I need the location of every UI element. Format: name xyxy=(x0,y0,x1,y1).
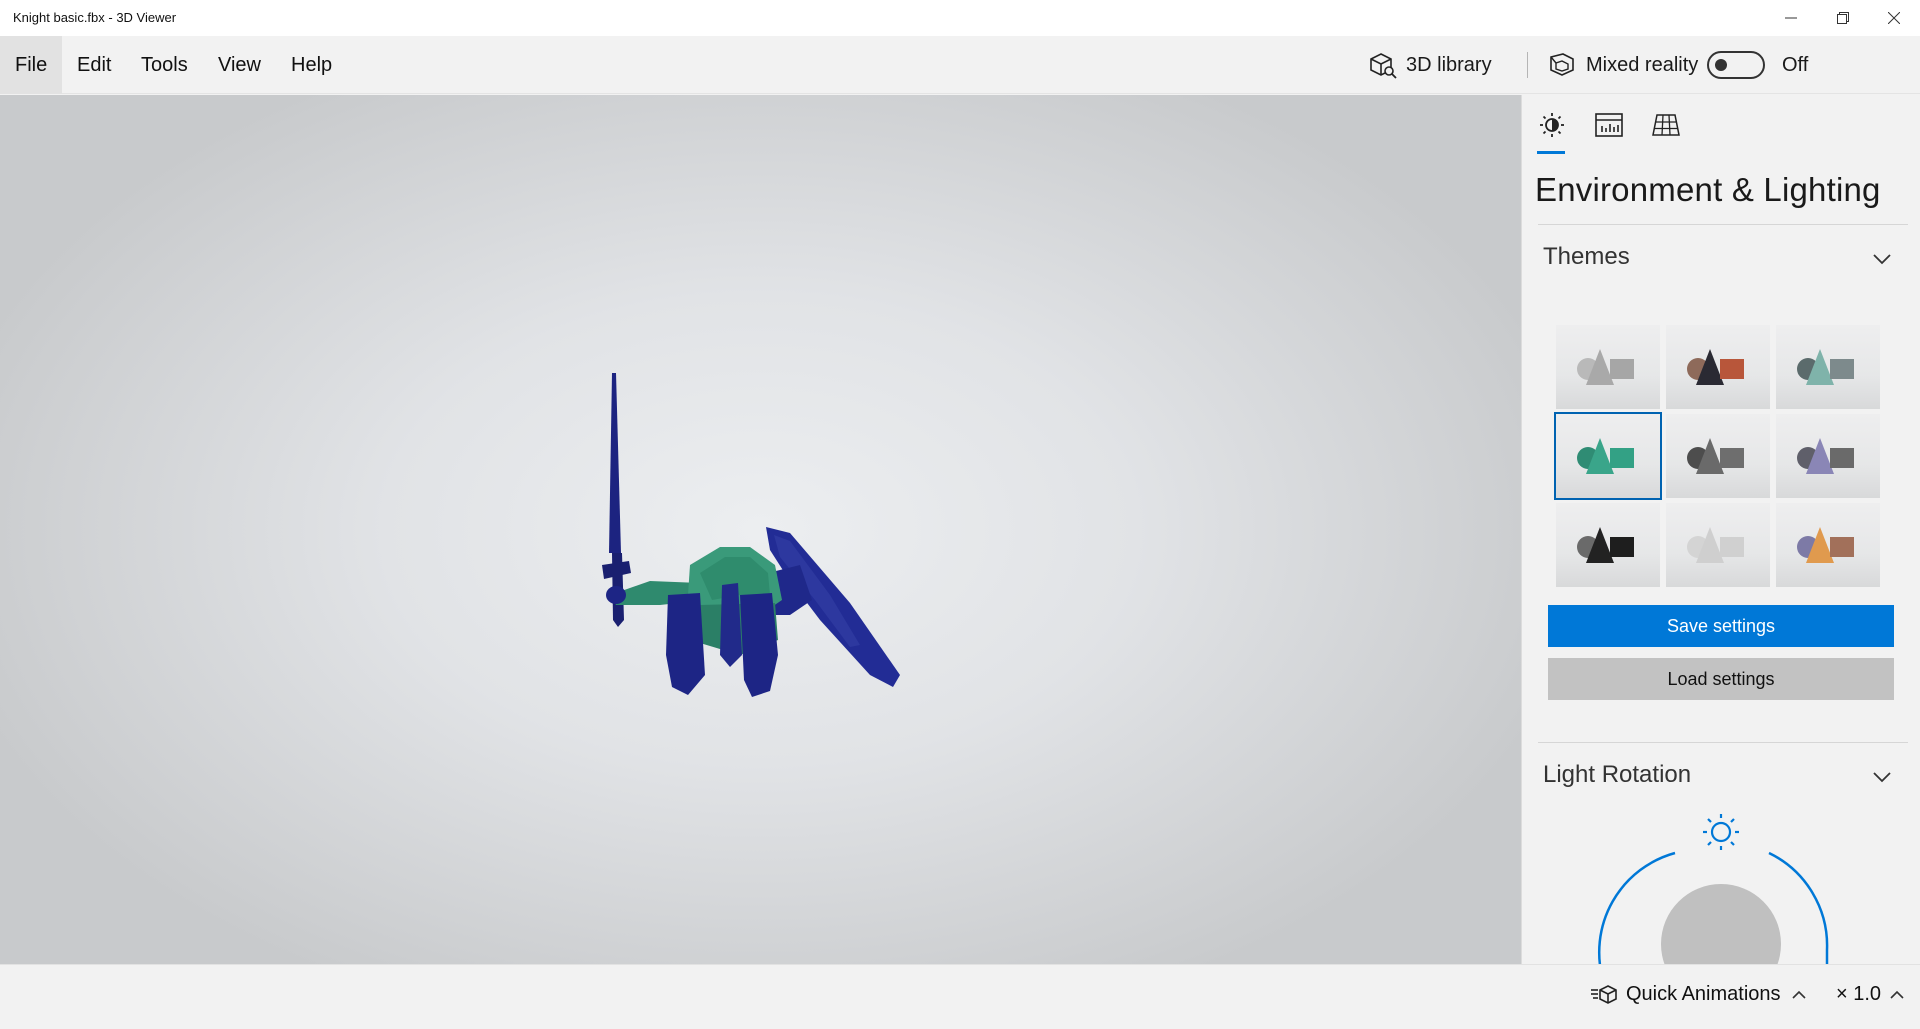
active-tab-indicator xyxy=(1537,151,1565,154)
menu-file[interactable]: File xyxy=(0,36,63,94)
3d-viewport[interactable] xyxy=(0,95,1521,964)
themes-grid xyxy=(1554,325,1888,587)
3d-library-button[interactable]: 3D library xyxy=(1368,36,1492,94)
theme-thumbnail-selected[interactable] xyxy=(1554,412,1662,500)
theme-preview-icon xyxy=(1687,349,1744,385)
theme-preview-icon xyxy=(1797,438,1854,474)
toggle-knob xyxy=(1715,59,1727,71)
theme-thumbnail[interactable] xyxy=(1666,325,1770,409)
playback-speed-label: × 1.0 xyxy=(1836,983,1882,1005)
theme-preview-icon xyxy=(1797,527,1854,563)
menu-edit[interactable]: Edit xyxy=(62,36,126,94)
cube-search-icon xyxy=(1370,53,1397,79)
panel-title: Environment & Lighting xyxy=(1535,171,1881,208)
properties-panel: Environment & Lighting Themes Save setti… xyxy=(1521,95,1920,964)
light-rotation-section-header[interactable]: Light Rotation xyxy=(1543,761,1691,789)
sword-blade xyxy=(609,373,621,553)
theme-thumbnail[interactable] xyxy=(1776,503,1880,587)
theme-preview-icon xyxy=(1577,527,1634,563)
close-icon xyxy=(1888,12,1900,24)
stats-icon xyxy=(1595,113,1623,137)
toolbar-divider xyxy=(1527,52,1528,78)
title-bar: Knight basic.fbx - 3D Viewer xyxy=(0,0,1920,36)
section-separator xyxy=(1538,742,1908,743)
theme-preview-icon xyxy=(1577,438,1634,474)
mixed-reality-toggle[interactable] xyxy=(1707,51,1765,79)
theme-thumbnail[interactable] xyxy=(1556,503,1660,587)
menu-help[interactable]: Help xyxy=(276,36,347,94)
light-sun-icon[interactable] xyxy=(1703,814,1739,850)
theme-preview-icon xyxy=(1687,527,1744,563)
tab-stats[interactable] xyxy=(1593,109,1625,141)
model-preview-sphere xyxy=(1661,884,1781,964)
menu-tools[interactable]: Tools xyxy=(126,36,203,94)
tab-mesh[interactable] xyxy=(1650,109,1682,141)
bottom-bar: Quick Animations × 1.0 xyxy=(0,964,1920,1029)
tab-environment[interactable] xyxy=(1536,109,1568,141)
knight-model[interactable] xyxy=(0,95,1521,964)
menu-bar: File Edit Tools View Help 3D library Mix… xyxy=(0,36,1920,94)
quick-animations-button[interactable]: Quick Animations xyxy=(1590,983,1807,1006)
chevron-down-icon[interactable] xyxy=(1870,247,1894,271)
playback-speed-button[interactable]: × 1.0 xyxy=(1836,983,1905,1006)
light-rotation-dial[interactable] xyxy=(1522,810,1920,964)
close-button[interactable] xyxy=(1868,0,1920,36)
save-settings-button[interactable]: Save settings xyxy=(1548,605,1894,647)
left-leg xyxy=(666,593,705,695)
chevron-up-icon xyxy=(1890,990,1904,999)
3d-library-label: 3D library xyxy=(1406,53,1492,76)
title-separator xyxy=(1538,224,1908,225)
restore-icon xyxy=(1837,12,1849,24)
animation-cube-icon xyxy=(1591,984,1617,1004)
minimize-button[interactable] xyxy=(1765,0,1817,36)
theme-thumbnail[interactable] xyxy=(1666,414,1770,498)
window-title: Knight basic.fbx - 3D Viewer xyxy=(13,10,177,25)
mixed-reality-icon xyxy=(1550,53,1574,76)
theme-thumbnail[interactable] xyxy=(1776,414,1880,498)
grid-icon xyxy=(1652,114,1680,136)
mixed-reality-button[interactable]: Mixed reality xyxy=(1548,36,1698,94)
theme-thumbnail[interactable] xyxy=(1776,325,1880,409)
mixed-reality-label: Mixed reality xyxy=(1586,53,1699,76)
sun-icon xyxy=(1540,113,1564,137)
theme-thumbnail[interactable] xyxy=(1666,503,1770,587)
theme-preview-icon xyxy=(1797,349,1854,385)
themes-section-header[interactable]: Themes xyxy=(1543,243,1630,271)
menu-view[interactable]: View xyxy=(203,36,276,94)
theme-preview-icon xyxy=(1577,349,1634,385)
load-settings-button[interactable]: Load settings xyxy=(1548,658,1894,700)
quick-animations-label: Quick Animations xyxy=(1626,983,1781,1005)
chevron-up-icon xyxy=(1791,990,1806,999)
restore-button[interactable] xyxy=(1817,0,1869,36)
toggle-state-label: Off xyxy=(1782,53,1809,76)
theme-preview-icon xyxy=(1687,438,1744,474)
sword-hand xyxy=(606,586,626,604)
theme-thumbnail[interactable] xyxy=(1556,325,1660,409)
chevron-down-icon[interactable] xyxy=(1870,765,1894,789)
minimize-icon xyxy=(1785,17,1797,19)
right-leg xyxy=(740,593,778,697)
